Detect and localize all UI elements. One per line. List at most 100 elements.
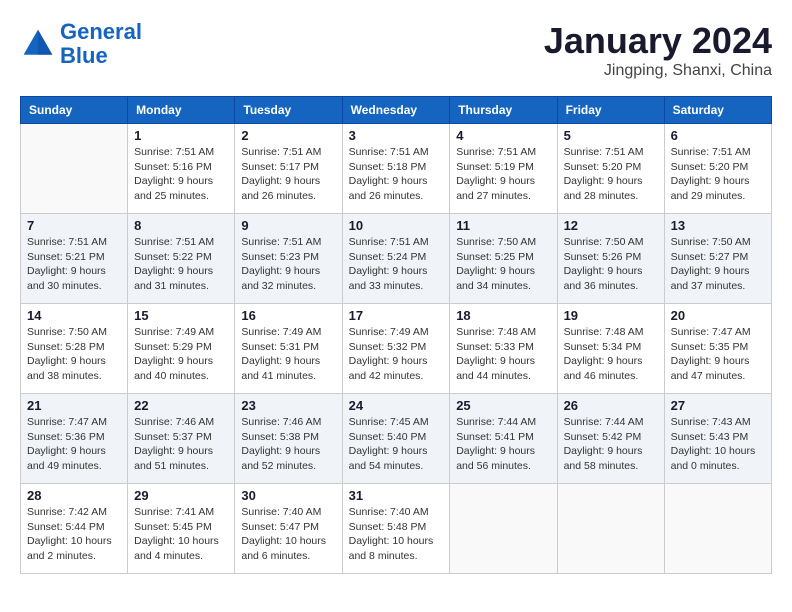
cell-info: Sunrise: 7:51 AMSunset: 5:20 PMDaylight:…: [564, 145, 658, 204]
cell-info: Sunrise: 7:51 AMSunset: 5:21 PMDaylight:…: [27, 235, 121, 294]
day-number: 22: [134, 398, 228, 413]
calendar-cell: 16 Sunrise: 7:49 AMSunset: 5:31 PMDayligh…: [235, 304, 342, 394]
day-of-week-header: Friday: [557, 97, 664, 124]
calendar-cell: [21, 124, 128, 214]
day-number: 6: [671, 128, 765, 143]
cell-info: Sunrise: 7:48 AMSunset: 5:33 PMDaylight:…: [456, 325, 550, 384]
logo-line2: Blue: [60, 43, 108, 68]
cell-info: Sunrise: 7:51 AMSunset: 5:16 PMDaylight:…: [134, 145, 228, 204]
cell-info: Sunrise: 7:46 AMSunset: 5:38 PMDaylight:…: [241, 415, 335, 474]
cell-info: Sunrise: 7:49 AMSunset: 5:32 PMDaylight:…: [349, 325, 444, 384]
logo-text: General Blue: [60, 20, 142, 68]
calendar-cell: [557, 484, 664, 574]
day-number: 14: [27, 308, 121, 323]
cell-info: Sunrise: 7:50 AMSunset: 5:26 PMDaylight:…: [564, 235, 658, 294]
calendar-cell: 6 Sunrise: 7:51 AMSunset: 5:20 PMDaylight…: [664, 124, 771, 214]
cell-info: Sunrise: 7:43 AMSunset: 5:43 PMDaylight:…: [671, 415, 765, 474]
calendar-cell: 3Sunrise: 7:51 AMSunset: 5:18 PMDaylight…: [342, 124, 450, 214]
cell-info: Sunrise: 7:50 AMSunset: 5:25 PMDaylight:…: [456, 235, 550, 294]
calendar-cell: 27 Sunrise: 7:43 AMSunset: 5:43 PMDayligh…: [664, 394, 771, 484]
calendar-cell: 21Sunrise: 7:47 AMSunset: 5:36 PMDayligh…: [21, 394, 128, 484]
calendar-cell: 26 Sunrise: 7:44 AMSunset: 5:42 PMDayligh…: [557, 394, 664, 484]
calendar-cell: 10 Sunrise: 7:51 AMSunset: 5:24 PMDayligh…: [342, 214, 450, 304]
calendar-header-row: SundayMondayTuesdayWednesdayThursdayFrid…: [21, 97, 772, 124]
day-number: 23: [241, 398, 335, 413]
day-of-week-header: Tuesday: [235, 97, 342, 124]
calendar-cell: 18Sunrise: 7:48 AMSunset: 5:33 PMDayligh…: [450, 304, 557, 394]
calendar-cell: 24Sunrise: 7:45 AMSunset: 5:40 PMDayligh…: [342, 394, 450, 484]
cell-info: Sunrise: 7:41 AMSunset: 5:45 PMDaylight:…: [134, 505, 228, 564]
calendar-cell: 19 Sunrise: 7:48 AMSunset: 5:34 PMDayligh…: [557, 304, 664, 394]
day-number: 16: [241, 308, 335, 323]
location-subtitle: Jingping, Shanxi, China: [544, 62, 772, 80]
logo-line1: General: [60, 19, 142, 44]
cell-info: Sunrise: 7:49 AMSunset: 5:31 PMDaylight:…: [241, 325, 335, 384]
cell-info: Sunrise: 7:51 AMSunset: 5:17 PMDaylight:…: [241, 145, 335, 204]
calendar-cell: 9 Sunrise: 7:51 AMSunset: 5:23 PMDaylight…: [235, 214, 342, 304]
cell-info: Sunrise: 7:51 AMSunset: 5:22 PMDaylight:…: [134, 235, 228, 294]
cell-info: Sunrise: 7:50 AMSunset: 5:28 PMDaylight:…: [27, 325, 121, 384]
cell-info: Sunrise: 7:51 AMSunset: 5:20 PMDaylight:…: [671, 145, 765, 204]
day-number: 9: [241, 218, 335, 233]
calendar-cell: 1 Sunrise: 7:51 AMSunset: 5:16 PMDaylight…: [128, 124, 235, 214]
day-of-week-header: Wednesday: [342, 97, 450, 124]
day-number: 29: [134, 488, 228, 503]
cell-info: Sunrise: 7:44 AMSunset: 5:42 PMDaylight:…: [564, 415, 658, 474]
day-number: 19: [564, 308, 658, 323]
calendar-cell: 2 Sunrise: 7:51 AMSunset: 5:17 PMDaylight…: [235, 124, 342, 214]
calendar-cell: 23 Sunrise: 7:46 AMSunset: 5:38 PMDayligh…: [235, 394, 342, 484]
calendar-table: SundayMondayTuesdayWednesdayThursdayFrid…: [20, 96, 772, 574]
day-number: 24: [349, 398, 444, 413]
calendar-cell: 7 Sunrise: 7:51 AMSunset: 5:21 PMDaylight…: [21, 214, 128, 304]
day-number: 1: [134, 128, 228, 143]
calendar-cell: 22 Sunrise: 7:46 AMSunset: 5:37 PMDayligh…: [128, 394, 235, 484]
cell-info: Sunrise: 7:50 AMSunset: 5:27 PMDaylight:…: [671, 235, 765, 294]
cell-info: Sunrise: 7:49 AMSunset: 5:29 PMDaylight:…: [134, 325, 228, 384]
day-number: 3: [349, 128, 444, 143]
calendar-cell: 14 Sunrise: 7:50 AMSunset: 5:28 PMDayligh…: [21, 304, 128, 394]
day-of-week-header: Saturday: [664, 97, 771, 124]
calendar-week-row: 28Sunrise: 7:42 AMSunset: 5:44 PMDayligh…: [21, 484, 772, 574]
day-of-week-header: Monday: [128, 97, 235, 124]
calendar-cell: 29 Sunrise: 7:41 AMSunset: 5:45 PMDayligh…: [128, 484, 235, 574]
calendar-cell: 8Sunrise: 7:51 AMSunset: 5:22 PMDaylight…: [128, 214, 235, 304]
day-number: 21: [27, 398, 121, 413]
calendar-week-row: 1 Sunrise: 7:51 AMSunset: 5:16 PMDaylight…: [21, 124, 772, 214]
cell-info: Sunrise: 7:40 AMSunset: 5:47 PMDaylight:…: [241, 505, 335, 564]
cell-info: Sunrise: 7:48 AMSunset: 5:34 PMDaylight:…: [564, 325, 658, 384]
cell-info: Sunrise: 7:46 AMSunset: 5:37 PMDaylight:…: [134, 415, 228, 474]
calendar-cell: 13 Sunrise: 7:50 AMSunset: 5:27 PMDayligh…: [664, 214, 771, 304]
day-number: 25: [456, 398, 550, 413]
day-number: 26: [564, 398, 658, 413]
calendar-cell: 20Sunrise: 7:47 AMSunset: 5:35 PMDayligh…: [664, 304, 771, 394]
day-number: 31: [349, 488, 444, 503]
calendar-cell: 17 Sunrise: 7:49 AMSunset: 5:32 PMDayligh…: [342, 304, 450, 394]
day-number: 13: [671, 218, 765, 233]
calendar-cell: 31Sunrise: 7:40 AMSunset: 5:48 PMDayligh…: [342, 484, 450, 574]
day-number: 10: [349, 218, 444, 233]
day-number: 20: [671, 308, 765, 323]
day-number: 15: [134, 308, 228, 323]
calendar-cell: 15 Sunrise: 7:49 AMSunset: 5:29 PMDayligh…: [128, 304, 235, 394]
day-of-week-header: Sunday: [21, 97, 128, 124]
cell-info: Sunrise: 7:51 AMSunset: 5:24 PMDaylight:…: [349, 235, 444, 294]
logo-icon: [20, 26, 56, 62]
calendar-cell: 30Sunrise: 7:40 AMSunset: 5:47 PMDayligh…: [235, 484, 342, 574]
day-number: 5: [564, 128, 658, 143]
page-header: General Blue January 2024 Jingping, Shan…: [20, 20, 772, 80]
logo: General Blue: [20, 20, 142, 68]
day-number: 7: [27, 218, 121, 233]
month-title: January 2024: [544, 20, 772, 62]
cell-info: Sunrise: 7:51 AMSunset: 5:23 PMDaylight:…: [241, 235, 335, 294]
calendar-cell: 28Sunrise: 7:42 AMSunset: 5:44 PMDayligh…: [21, 484, 128, 574]
calendar-cell: 12Sunrise: 7:50 AMSunset: 5:26 PMDayligh…: [557, 214, 664, 304]
day-number: 27: [671, 398, 765, 413]
calendar-week-row: 7 Sunrise: 7:51 AMSunset: 5:21 PMDaylight…: [21, 214, 772, 304]
day-number: 4: [456, 128, 550, 143]
day-of-week-header: Thursday: [450, 97, 557, 124]
calendar-week-row: 21Sunrise: 7:47 AMSunset: 5:36 PMDayligh…: [21, 394, 772, 484]
cell-info: Sunrise: 7:42 AMSunset: 5:44 PMDaylight:…: [27, 505, 121, 564]
calendar-week-row: 14 Sunrise: 7:50 AMSunset: 5:28 PMDayligh…: [21, 304, 772, 394]
day-number: 2: [241, 128, 335, 143]
day-number: 17: [349, 308, 444, 323]
